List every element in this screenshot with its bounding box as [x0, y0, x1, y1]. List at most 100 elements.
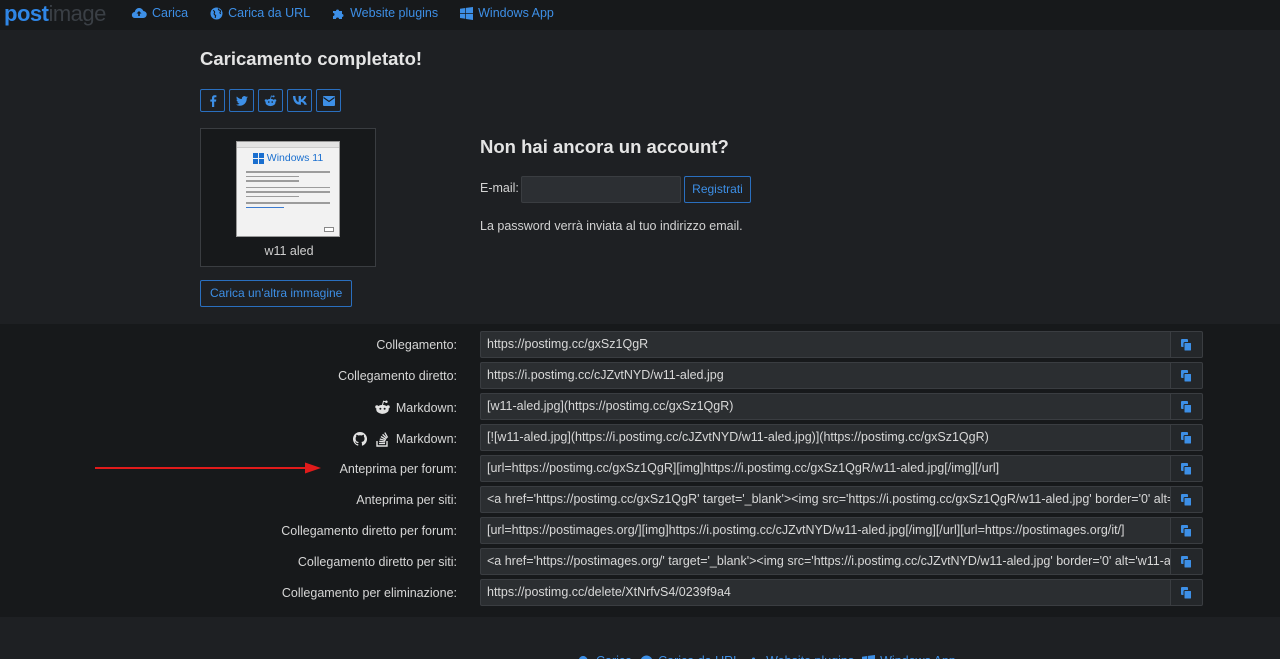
footer-nav-website-plugins[interactable]: Website plugins [748, 654, 854, 659]
puzzle-icon [749, 657, 759, 659]
link-label: Collegamento: [376, 338, 457, 352]
nav-upload-url[interactable]: Carica da URL [210, 6, 310, 20]
link-field[interactable]: <a href='https://postimg.cc/gxSz1QgR' ta… [480, 486, 1170, 513]
top-navbar: postimage Carica Carica da URL Website p… [0, 0, 1280, 30]
email-label: E-mail: [480, 181, 519, 195]
share-buttons [200, 89, 345, 112]
link-field[interactable]: [![w11-aled.jpg](https://i.postimg.cc/cJ… [480, 424, 1170, 451]
copy-button[interactable] [1170, 548, 1203, 575]
email-icon [322, 95, 335, 106]
copy-button[interactable] [1170, 393, 1203, 420]
copy-icon [1181, 586, 1192, 599]
red-arrow-annotation [95, 462, 321, 474]
globe-icon [640, 655, 653, 659]
footer-nav-windows-app[interactable]: Windows App [862, 654, 956, 659]
link-label-text: Collegamento diretto per forum: [281, 524, 457, 538]
logo-text-post: post [4, 1, 49, 26]
reddit-icon [375, 400, 390, 414]
footer-nav-windows-app-label: Windows App [880, 654, 956, 659]
link-label-text: Collegamento diretto: [338, 369, 457, 383]
logo-text-image: image [48, 1, 106, 26]
reddit-icon [264, 94, 277, 106]
link-field[interactable]: [url=https://postimages.org/][img]https:… [480, 517, 1170, 544]
windows-logo-icon [252, 152, 264, 164]
copy-icon [1181, 338, 1192, 351]
password-note: La password verrà inviata al tuo indiriz… [480, 219, 743, 233]
link-label: Markdown: [352, 431, 457, 447]
globe-icon [210, 7, 223, 19]
footer-nav-upload[interactable]: Carica [575, 654, 632, 659]
image-thumbnail[interactable]: Windows 11 [236, 141, 340, 237]
footer: Carica Carica da URL Website plugins Win… [0, 617, 1280, 659]
copy-button[interactable] [1170, 331, 1203, 358]
vk-icon [292, 96, 307, 105]
copy-icon [1181, 524, 1192, 537]
nav-upload-url-label: Carica da URL [228, 6, 311, 20]
copy-icon [1181, 462, 1192, 475]
share-twitter-button[interactable] [229, 89, 254, 112]
copy-icon [1181, 400, 1192, 413]
link-label: Collegamento per eliminazione: [282, 586, 457, 600]
link-label-text: Anteprima per forum: [339, 462, 457, 476]
email-field[interactable] [521, 176, 681, 203]
link-row: Collegamento diretto per forum: [url=htt… [0, 517, 1280, 544]
twitter-icon [235, 95, 248, 106]
uploaded-image-card: Windows 11 w11 aled [200, 128, 376, 267]
windows-icon [862, 654, 876, 659]
stackoverflow-icon [376, 432, 389, 447]
github-icon [352, 432, 367, 446]
link-label: Collegamento diretto per forum: [281, 524, 457, 538]
link-field[interactable]: https://postimg.cc/gxSz1QgR [480, 331, 1170, 358]
link-row: Markdown: [w11-aled.jpg](https://postimg… [0, 393, 1280, 420]
nav-upload-label: Carica [152, 6, 189, 20]
link-field[interactable]: https://i.postimg.cc/cJZvtNYD/w11-aled.j… [480, 362, 1170, 389]
cloud-upload-icon [579, 656, 588, 659]
link-label: Markdown: [374, 400, 457, 415]
copy-icon [1181, 555, 1192, 568]
share-reddit-button[interactable] [258, 89, 283, 112]
link-field[interactable]: [w11-aled.jpg](https://postimg.cc/gxSz1Q… [480, 393, 1170, 420]
footer-nav-upload-url[interactable]: Carica da URL [640, 654, 740, 659]
link-label-text: Collegamento: [376, 338, 457, 352]
copy-button[interactable] [1170, 455, 1203, 482]
windows-icon [460, 6, 474, 20]
share-email-button[interactable] [316, 89, 341, 112]
copy-icon [1181, 493, 1192, 506]
copy-button[interactable] [1170, 486, 1203, 513]
copy-button[interactable] [1170, 362, 1203, 389]
nav-upload[interactable]: Carica [131, 6, 188, 20]
link-row: Anteprima per siti: <a href='https://pos… [0, 486, 1280, 513]
link-row: Collegamento: https://postimg.cc/gxSz1Qg… [0, 331, 1280, 358]
footer-nav-upload-label: Carica [596, 654, 632, 659]
link-field[interactable]: <a href='https://postimages.org/' target… [480, 548, 1170, 575]
link-field[interactable]: [url=https://postimg.cc/gxSz1QgR][img]ht… [480, 455, 1170, 482]
upload-complete-title: Caricamento completato! [200, 48, 423, 69]
image-name: w11 aled [264, 244, 314, 258]
puzzle-icon [333, 9, 344, 19]
link-row: Collegamento diretto per siti: <a href='… [0, 548, 1280, 575]
link-row: Markdown: [![w11-aled.jpg](https://i.pos… [0, 424, 1280, 451]
copy-button[interactable] [1170, 579, 1203, 606]
footer-nav-website-plugins-label: Website plugins [766, 654, 854, 659]
nav-website-plugins[interactable]: Website plugins [332, 6, 438, 20]
share-facebook-button[interactable] [200, 89, 225, 112]
copy-icon [1181, 369, 1192, 382]
nav-website-plugins-label: Website plugins [350, 6, 439, 20]
postimage-logo[interactable]: postimage [4, 1, 106, 27]
copy-button[interactable] [1170, 424, 1203, 451]
upload-another-button[interactable]: Carica un'altra immagine [200, 280, 353, 307]
nav-windows-app[interactable]: Windows App [460, 6, 554, 20]
link-label-text: Markdown: [395, 432, 457, 446]
link-label-text: Collegamento per eliminazione: [281, 586, 457, 600]
cloud-upload-icon [131, 8, 147, 19]
facebook-icon [209, 94, 216, 107]
share-vk-button[interactable] [287, 89, 312, 112]
link-row: Collegamento diretto: https://i.postimg.… [0, 362, 1280, 389]
link-label: Collegamento diretto: [338, 369, 457, 383]
footer-nav-upload-url-label: Carica da URL [658, 654, 740, 659]
link-label: Anteprima per siti: [356, 493, 457, 507]
copy-button[interactable] [1170, 517, 1203, 544]
link-label: Anteprima per forum: [340, 462, 457, 476]
register-button[interactable]: Registrati [684, 176, 751, 203]
link-field[interactable]: https://postimg.cc/delete/XtNrfvS4/0239f… [480, 579, 1170, 606]
